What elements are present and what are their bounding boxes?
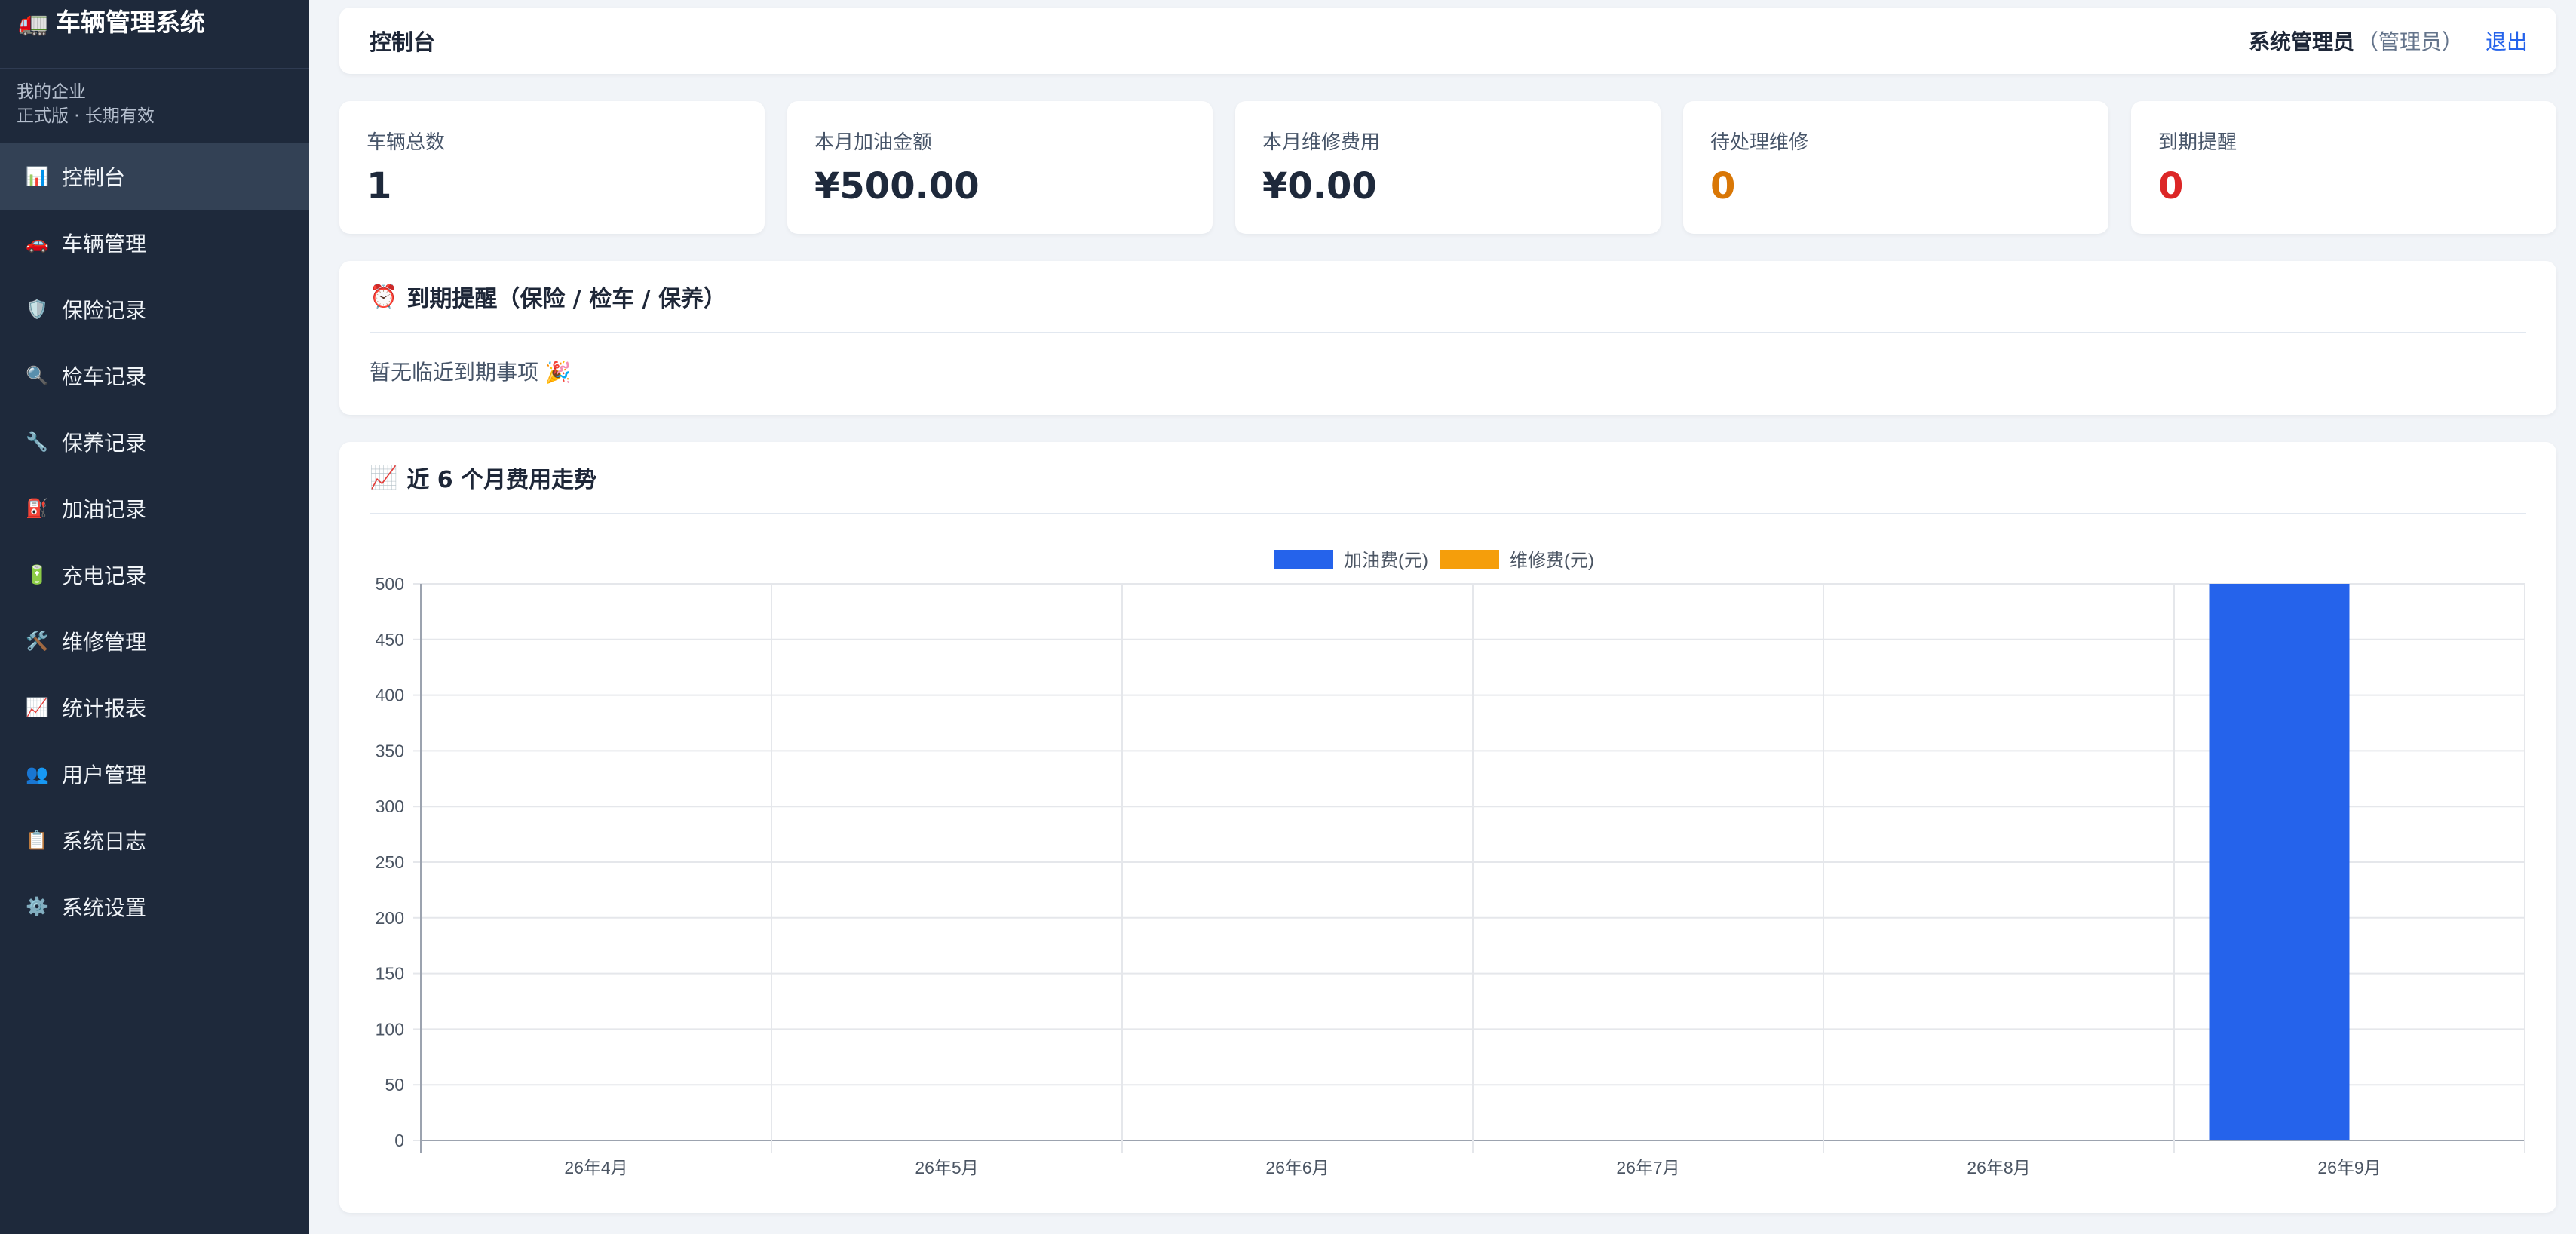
x-tick-label: 26年7月 (1616, 1158, 1679, 1177)
y-tick-label: 500 (376, 574, 404, 594)
truck-icon: 🚛 (18, 8, 48, 37)
stat-value: 0 (2158, 165, 2184, 207)
sidebar-item-label: 控制台 (62, 165, 126, 190)
sidebar-item-label: 统计报表 (62, 696, 147, 721)
stat-value: ¥500.00 (814, 165, 980, 207)
user-box: 系统管理员 （管理员） 退出 (2249, 26, 2528, 56)
wrench-icon: 🔧 (26, 431, 48, 453)
y-tick-label: 400 (376, 686, 404, 705)
battery-icon: 🔋 (26, 564, 48, 585)
card-title: 近 6 个月费用走势 (406, 467, 597, 493)
company-plan: 正式版 · 长期有效 (17, 106, 155, 126)
trend-chart-icon: 📈 (370, 464, 398, 491)
y-tick-label: 250 (376, 852, 404, 872)
stat-value: ¥0.00 (1262, 165, 1377, 207)
sidebar-item[interactable]: 🚗 车辆管理 (0, 210, 309, 276)
legend-label: 维修费(元) (1510, 551, 1594, 571)
stat-card-vehicles: 车辆总数 1 (339, 101, 765, 234)
y-tick-label: 100 (376, 1019, 404, 1039)
x-tick-label: 26年9月 (2317, 1158, 2381, 1177)
sidebar-item-label: 车辆管理 (62, 232, 147, 256)
sidebar-item[interactable]: ⚙️ 系统设置 (0, 873, 309, 940)
sidebar-item-label: 充电记录 (62, 563, 147, 588)
y-tick-label: 350 (376, 741, 404, 760)
stat-label: 本月加油金额 (814, 131, 933, 154)
sidebar-item[interactable]: 🛡️ 保险记录 (0, 276, 309, 342)
tools-icon: 🛠️ (26, 631, 48, 652)
bar (2209, 584, 2350, 1140)
car-icon: 🚗 (26, 232, 48, 253)
company-name: 我的企业 (17, 82, 86, 102)
sidebar-nav: 📊 控制台 🚗 车辆管理 🛡️ 保险记录 🔍 检车记录 🔧 保养记录 ⛽ 加油记录 🔋 充电记录 🛠️ 维修管… (0, 143, 309, 940)
stat-value: 0 (1710, 165, 1736, 207)
brand: 🚛 车辆管理系统 (0, 0, 309, 69)
sidebar: 🚛 车辆管理系统 我的企业 正式版 · 长期有效 📊 控制台 🚗 车辆管理 🛡️ 保险记录… (0, 0, 309, 1234)
app-title: 车辆管理系统 (55, 8, 205, 37)
sidebar-item[interactable]: 🛠️ 维修管理 (0, 608, 309, 674)
legend-swatch (1440, 550, 1499, 569)
chart-area: 加油费(元) 维修费(元) 0 50 100 150 200 250 300 350 400 450 5… (370, 514, 2526, 1213)
empty-message: 暂无临近到期事项 🎉 (370, 360, 572, 385)
user-name: 系统管理员 (2248, 29, 2354, 54)
x-tick-label: 26年4月 (564, 1158, 627, 1177)
x-tick-label: 26年6月 (1265, 1158, 1329, 1177)
sidebar-item-label: 保险记录 (62, 298, 147, 323)
stats-row: 车辆总数 1 本月加油金额 ¥500.00 本月维修费用 ¥0.00 待处理维修… (339, 101, 2556, 234)
sidebar-item-label: 保养记录 (62, 431, 147, 456)
alarm-clock-icon: ⏰ (370, 283, 398, 310)
y-tick-label: 450 (376, 630, 404, 649)
sidebar-item[interactable]: 📊 控制台 (0, 143, 309, 210)
sidebar-item-label: 检车记录 (62, 364, 147, 389)
trend-chart-icon: 📈 (26, 697, 48, 718)
sidebar-item[interactable]: 📈 统计报表 (0, 674, 309, 741)
x-tick-label: 26年5月 (915, 1158, 978, 1177)
stat-card-pending-repair: 待处理维修 0 (1683, 101, 2108, 234)
sidebar-item[interactable]: 🔍 检车记录 (0, 342, 309, 409)
magnifier-icon: 🔍 (26, 365, 48, 386)
cost-trend-card: 📈 近 6 个月费用走势 加油费(元) 维修费(元) 0 50 100 150 200 250… (339, 442, 2556, 1213)
legend-swatch (1274, 550, 1333, 569)
legend-label: 加油费(元) (1344, 551, 1428, 571)
sidebar-item[interactable]: 📋 系统日志 (0, 807, 309, 873)
stat-card-expiry: 到期提醒 0 (2131, 101, 2556, 234)
y-tick-label: 300 (376, 797, 404, 816)
logout-link[interactable]: 退出 (2486, 26, 2528, 56)
sidebar-item-label: 系统设置 (62, 895, 147, 920)
sidebar-item[interactable]: 🔋 充电记录 (0, 542, 309, 608)
expiry-reminder-card: ⏰ 到期提醒（保险 / 检车 / 保养） 暂无临近到期事项 🎉 (339, 261, 2556, 415)
sidebar-item-label: 维修管理 (62, 630, 147, 655)
top-bar: 控制台 系统管理员 （管理员） 退出 (339, 8, 2556, 74)
shield-icon: 🛡️ (26, 299, 48, 320)
users-icon: 👥 (26, 763, 48, 784)
stat-label: 待处理维修 (1710, 131, 1809, 154)
card-header: 📈 近 6 个月费用走势 (370, 442, 2526, 514)
stat-label: 本月维修费用 (1262, 131, 1381, 154)
sidebar-item[interactable]: 👥 用户管理 (0, 741, 309, 807)
user-role: （管理员） (2357, 29, 2463, 54)
fuel-pump-icon: ⛽ (26, 498, 48, 519)
stat-value: 1 (366, 165, 392, 207)
card-title: 到期提醒（保险 / 检车 / 保养） (406, 286, 727, 312)
bar-chart-icon: 📊 (26, 166, 48, 187)
x-tick-label: 26年8月 (1967, 1158, 2030, 1177)
sidebar-item[interactable]: ⛽ 加油记录 (0, 475, 309, 542)
y-tick-label: 150 (376, 964, 404, 984)
sidebar-item-label: 用户管理 (62, 763, 147, 787)
stat-label: 车辆总数 (366, 131, 446, 154)
sidebar-item[interactable]: 🔧 保养记录 (0, 409, 309, 475)
stat-label: 到期提醒 (2158, 131, 2237, 154)
y-tick-label: 50 (385, 1075, 404, 1094)
stat-card-fuel: 本月加油金额 ¥500.00 (787, 101, 1213, 234)
y-tick-label: 0 (394, 1131, 404, 1150)
company-info: 我的企业 正式版 · 长期有效 (0, 69, 309, 143)
page-title: 控制台 (370, 29, 436, 55)
sidebar-item-label: 加油记录 (62, 497, 147, 522)
y-tick-label: 200 (376, 908, 404, 928)
clipboard-icon: 📋 (26, 830, 48, 851)
gear-icon: ⚙️ (26, 896, 48, 917)
sidebar-item-label: 系统日志 (62, 829, 147, 854)
card-header: ⏰ 到期提醒（保险 / 检车 / 保养） (370, 261, 2526, 333)
stat-card-repair-cost: 本月维修费用 ¥0.00 (1235, 101, 1661, 234)
bar-chart: 加油费(元) 维修费(元) 0 50 100 150 200 250 300 350 400 450 5… (376, 550, 2525, 1177)
